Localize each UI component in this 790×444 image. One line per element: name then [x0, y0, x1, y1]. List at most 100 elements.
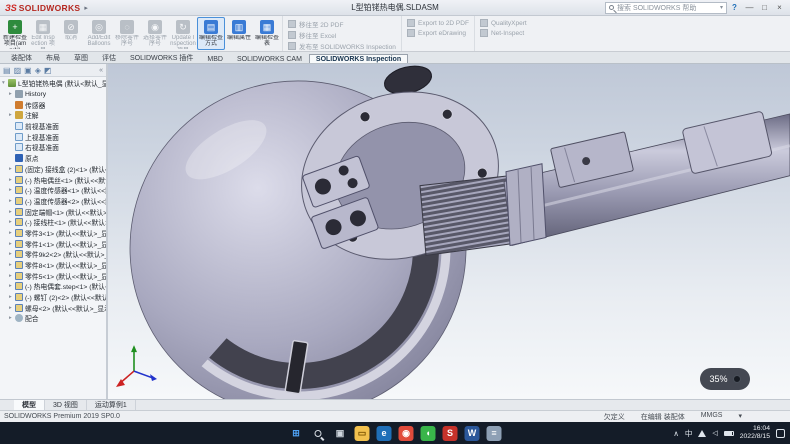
- add-edit-balloons-button[interactable]: ◎Add/Edit Balloons: [85, 17, 113, 50]
- part-icon: [15, 250, 23, 258]
- featuremanager-tree-tab[interactable]: ▤: [3, 66, 11, 75]
- tree-item[interactable]: ▸螺母<2> (默认<<默认>_显示状态…: [0, 302, 106, 313]
- model-tab[interactable]: 模型: [14, 400, 45, 410]
- tab-layout[interactable]: 布局: [39, 51, 67, 63]
- annotation-icon: [15, 111, 23, 119]
- tree-item[interactable]: 右视基准面: [0, 142, 106, 153]
- close-button[interactable]: ×: [772, 0, 787, 15]
- tree-item[interactable]: ▸零件5<1> (默认<<默认>_显示状态…: [0, 270, 106, 281]
- chrome-icon[interactable]: ◉: [399, 426, 414, 441]
- ime-indicator[interactable]: 中: [685, 428, 693, 439]
- zoom-indicator[interactable]: 35%: [700, 368, 750, 390]
- network-icon[interactable]: [698, 430, 706, 437]
- select-balloons-button[interactable]: ◉选择零件序号: [141, 17, 169, 50]
- displaymanager-tab[interactable]: ◩: [44, 66, 52, 75]
- tab-cam[interactable]: SOLIDWORKS CAM: [230, 54, 309, 63]
- edit-properties-button[interactable]: ▥编辑属性: [225, 17, 253, 50]
- menu-flyout-arrow[interactable]: ▸: [84, 4, 88, 12]
- start-icon[interactable]: ⊞: [289, 426, 304, 441]
- plane-icon: [15, 122, 23, 130]
- tree-item[interactable]: ▸固定端帽<1> (默认<<默认>_显示状态…: [0, 206, 106, 217]
- hex-nut[interactable]: [506, 164, 546, 246]
- qualityxpert-menu-item[interactable]: QualityXpert: [480, 19, 527, 27]
- tree-item[interactable]: 前视基准面: [0, 121, 106, 132]
- tree-item[interactable]: ▸注解: [0, 110, 106, 121]
- publish-to-inspection-project-menu-item[interactable]: 发布至 SOLIDWORKS Inspection 项目: [288, 42, 396, 51]
- tree-item[interactable]: ▸零件1<1> (默认<<默认>_显示状态…: [0, 238, 106, 249]
- publish-to-excel-menu-item[interactable]: 移往至 Excel: [288, 30, 396, 39]
- tab-assembly[interactable]: 装配体: [4, 51, 39, 63]
- 3d-views-tab[interactable]: 3D 视图: [45, 400, 87, 410]
- tree-item[interactable]: ▸(-) 温度传感器<1> (默认<<默认>_显示…: [0, 185, 106, 196]
- statusbar: SOLIDWORKS Premium 2019 SP0.0 欠定义在编辑 装配体…: [0, 410, 790, 422]
- panel-collapse-arrow[interactable]: «: [99, 67, 103, 74]
- hidden-icons-chevron[interactable]: ∧: [673, 429, 679, 438]
- propertymanager-tab[interactable]: ▨: [14, 66, 22, 75]
- dimxpertmanager-tab[interactable]: ◈: [35, 66, 41, 75]
- tree-item[interactable]: ▸History: [0, 89, 106, 100]
- help-button[interactable]: ?: [727, 0, 742, 15]
- edge-icon[interactable]: e: [377, 426, 392, 441]
- tree-item[interactable]: 上视基准面: [0, 131, 106, 142]
- select-balloons-icon: ◉: [148, 20, 162, 34]
- graphics-viewport[interactable]: 35%: [108, 64, 790, 399]
- export-edrawing-menu-item[interactable]: Export eDrawing: [407, 29, 469, 37]
- help-search-box[interactable]: 搜索 SOLIDWORKS 帮助 ▾: [605, 2, 727, 14]
- search-icon[interactable]: [311, 426, 326, 441]
- solidworks-icon[interactable]: S: [443, 426, 458, 441]
- wechat-icon[interactable]: ◖: [421, 426, 436, 441]
- tree-item[interactable]: ▸(固定) 接线盒 (2)<1> (默认<<默认>_显示状…: [0, 164, 106, 175]
- publish-to-2d-pdf-menu-item[interactable]: 移往至 2D PDF: [288, 19, 396, 28]
- status-product-version: SOLIDWORKS Premium 2019 SP0.0: [4, 413, 120, 420]
- origin-icon: [15, 154, 23, 162]
- battery-icon[interactable]: [724, 431, 734, 436]
- publish-to-2d-pdf-icon: [288, 20, 296, 28]
- cancel-inspection-button[interactable]: ⊘取消: [57, 17, 85, 50]
- notification-center-icon[interactable]: [776, 429, 785, 438]
- ds-logo-mark: ЗS: [5, 3, 17, 13]
- minimize-button[interactable]: —: [742, 0, 757, 15]
- tree-item[interactable]: ▸(-) 接线柱<1> (默认<<默认>_显示状态…: [0, 217, 106, 228]
- sensor-icon: [15, 101, 23, 109]
- tree-item[interactable]: 传感器: [0, 99, 106, 110]
- tree-item[interactable]: ▸(-) 热电偶丝<1> (默认<<默认>_显示状…: [0, 174, 106, 185]
- edit-inspection-project-button[interactable]: ▦Edit Inspection 项目: [29, 17, 57, 50]
- remove-balloons-button[interactable]: ◌移除零件序号: [113, 17, 141, 50]
- tree-item[interactable]: ▸零件8<1> (默认<<默认>_显示状态…: [0, 260, 106, 271]
- file-explorer-icon[interactable]: ▭: [355, 426, 370, 441]
- tree-item[interactable]: ▾L型铂铑热电偶 (默认<默认_显示状态-1>): [0, 78, 106, 89]
- update-inspection-project-button[interactable]: ↻Update Inspection 项目: [169, 17, 197, 50]
- task-view-icon[interactable]: ▣: [333, 426, 348, 441]
- export-to-2d-pdf-menu-item[interactable]: Export to 2D PDF: [407, 19, 469, 27]
- search-dropdown-arrow[interactable]: ▾: [720, 4, 723, 11]
- tree-item[interactable]: ▸(-) 螺钉 (2)<2> (默认<<默认>_显示…: [0, 292, 106, 303]
- tab-addins[interactable]: SOLIDWORKS 插件: [123, 51, 200, 63]
- model-3d-canvas[interactable]: [108, 64, 790, 399]
- threaded-stud[interactable]: [420, 176, 514, 256]
- status-units-dropdown[interactable]: ▾: [738, 412, 742, 422]
- motion-study-tab[interactable]: 运动算例1: [87, 400, 136, 410]
- tree-item[interactable]: 原点: [0, 153, 106, 164]
- tree-item[interactable]: ▸(-) 热电偶套.step<1> (默认<<默认>…: [0, 281, 106, 292]
- ribbon: +新建检查项目(amp;N)▦Edit Inspection 项目⊘取消◎Add…: [0, 16, 790, 52]
- taskbar-clock[interactable]: 16:04 2022/8/15: [740, 425, 770, 441]
- configurationmanager-tab[interactable]: ▣: [24, 66, 32, 75]
- edit-checklist-button[interactable]: ▦编辑检查表: [253, 17, 281, 50]
- tree-item[interactable]: ▸配合: [0, 313, 106, 324]
- menu-item-label: Export to 2D PDF: [418, 20, 469, 27]
- tab-evaluate[interactable]: 评估: [95, 51, 123, 63]
- maximize-button[interactable]: □: [757, 0, 772, 15]
- tab-inspection[interactable]: SOLIDWORKS Inspection: [309, 54, 408, 63]
- tab-sketch[interactable]: 草图: [67, 51, 95, 63]
- tree-item[interactable]: ▸零件3<1> (默认<<默认>_显示状态 1>): [0, 228, 106, 239]
- notepad-icon[interactable]: ≡: [487, 426, 502, 441]
- tab-mbd[interactable]: MBD: [200, 54, 230, 63]
- tree-item[interactable]: ▸(-) 温度传感器<2> (默认<<默认>_显…: [0, 196, 106, 207]
- part-icon: [15, 293, 23, 301]
- net-inspect-menu-item[interactable]: Net-Inspect: [480, 29, 527, 37]
- volume-icon[interactable]: ◁: [712, 429, 717, 437]
- new-inspection-project-button[interactable]: +新建检查项目(amp;N): [1, 17, 29, 50]
- word-icon[interactable]: W: [465, 426, 480, 441]
- edit-inspection-method-button[interactable]: ▤编辑检查方式: [197, 17, 225, 50]
- tree-item[interactable]: ▸零件9k2<2> (默认<<默认>_显示状…: [0, 249, 106, 260]
